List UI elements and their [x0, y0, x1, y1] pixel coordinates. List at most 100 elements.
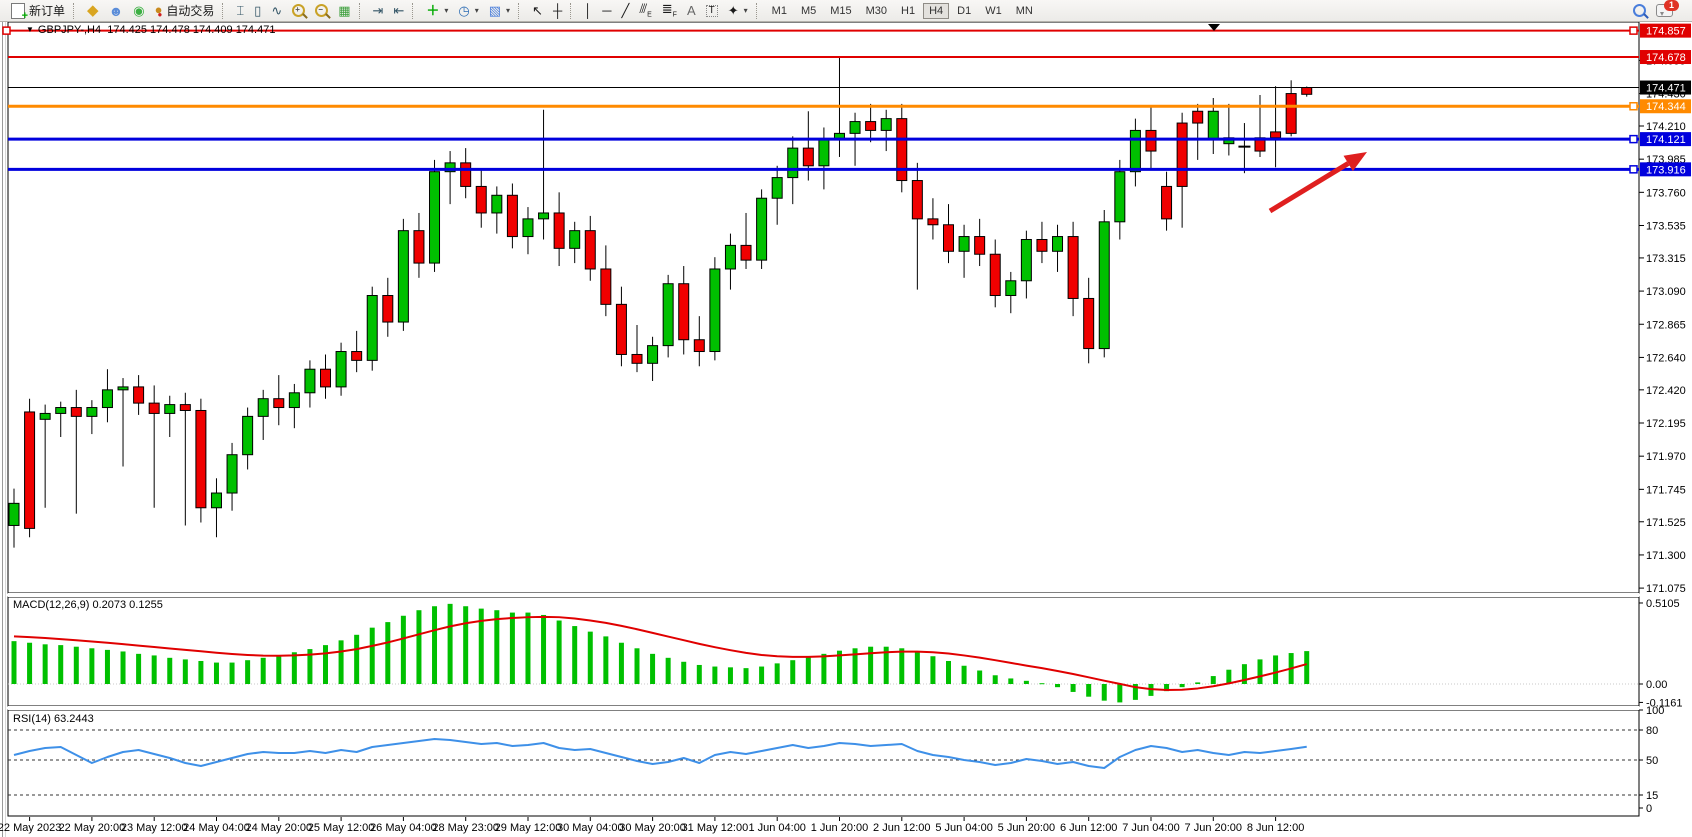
vertical-line-icon: │ — [584, 4, 592, 17]
time-tick-label: 25 May 12:00 — [308, 822, 375, 834]
hline-price-label: 173.916 — [1646, 164, 1686, 176]
arrows-tool-button[interactable]: ✦▾ — [723, 1, 753, 20]
zoom-in-button[interactable]: + — [287, 1, 310, 20]
time-tick-label: 2 Jun 12:00 — [873, 822, 931, 834]
macd-histogram-bar — [245, 660, 250, 684]
candle-bear — [912, 181, 922, 219]
zoom-out-icon: − — [315, 4, 328, 17]
time-tick-label: 7 Jun 20:00 — [1185, 822, 1243, 834]
macd-histogram-bar — [977, 671, 982, 684]
hline-handle[interactable] — [1630, 103, 1637, 110]
notifications-button[interactable]: 1 — [1651, 1, 1678, 20]
macd-histogram-bar — [1024, 681, 1029, 684]
hline-handle[interactable] — [3, 27, 10, 34]
notification-badge: 1 — [1664, 0, 1679, 11]
text-label-icon: T — [706, 5, 718, 17]
macd-histogram-bar — [588, 632, 593, 684]
macd-histogram-bar — [12, 641, 17, 684]
candle-bull — [227, 455, 237, 493]
text-tool-button[interactable]: A — [682, 1, 701, 20]
cursor-tool-button[interactable]: ↖ — [527, 1, 548, 20]
timeframe-button-D1[interactable]: D1 — [951, 3, 977, 19]
auto-scroll-icon: ⇥ — [373, 4, 384, 17]
macd-tick-label: 0.5105 — [1646, 598, 1680, 610]
vertical-line-tool-button[interactable]: │ — [579, 1, 597, 20]
fibonacci-tool-button[interactable]: ≣F — [657, 1, 682, 20]
timeframe-button-M5[interactable]: M5 — [795, 3, 822, 19]
signals-button[interactable]: ◉ — [128, 1, 149, 20]
macd-histogram-bar — [744, 668, 749, 684]
tile-windows-button[interactable]: ▦ — [333, 1, 355, 20]
add-indicator-button[interactable]: ＋▾ — [421, 1, 453, 20]
search-button[interactable] — [1628, 1, 1651, 20]
timeframe-bar: M1M5M15M30H1H4D1W1MN — [765, 3, 1040, 19]
chart-shift-button[interactable]: ⇤ — [388, 1, 409, 20]
candle-bear — [476, 186, 486, 213]
macd-tick-label: 0.00 — [1646, 679, 1667, 691]
macd-histogram-bar — [821, 654, 826, 684]
macd-histogram-bar — [167, 658, 172, 684]
channel-tool-button[interactable]: ⫻E — [634, 1, 656, 20]
candle-bull — [336, 352, 346, 387]
panel-splitter[interactable] — [8, 706, 1639, 710]
candlestick-chart-button[interactable]: ▯ — [249, 1, 266, 20]
template-button[interactable]: ▧▾ — [484, 1, 515, 20]
expert-advisor-button[interactable]: ☻ — [104, 1, 129, 20]
chevron-down-icon: ▾ — [744, 6, 748, 15]
candle-bull — [881, 119, 891, 131]
macd-histogram-bar — [136, 654, 141, 684]
candle-bear — [866, 122, 876, 131]
macd-histogram-bar — [1055, 684, 1060, 687]
timeframe-button-MN[interactable]: MN — [1010, 3, 1039, 19]
panel-splitter[interactable] — [8, 593, 1639, 597]
candle-bear — [1302, 88, 1312, 95]
horizontal-line-tool-button[interactable]: ─ — [597, 1, 616, 20]
timeframe-button-M30[interactable]: M30 — [860, 3, 893, 19]
hline-price-label: 174.678 — [1646, 52, 1686, 64]
macd-histogram-bar — [448, 604, 453, 684]
new-order-button[interactable]: + 新订单 — [6, 1, 70, 20]
auto-scroll-button[interactable]: ⇥ — [368, 1, 389, 20]
candle-bear — [1084, 298, 1094, 348]
toolbar-separator — [359, 3, 365, 19]
candle-bear — [975, 237, 985, 255]
candle-bear — [990, 254, 1000, 295]
macd-histogram-bar — [1039, 683, 1044, 684]
trendline-tool-button[interactable]: ╱ — [617, 1, 635, 20]
timeframe-button-M1[interactable]: M1 — [766, 3, 793, 19]
candle-bull — [539, 213, 549, 219]
crosshair-tool-button[interactable]: ┼ — [548, 1, 567, 20]
rsi-tick-label: 80 — [1646, 725, 1658, 737]
new-order-icon: + — [11, 3, 25, 19]
candle-bear — [1271, 132, 1281, 138]
time-tick-label: 7 Jun 04:00 — [1122, 822, 1180, 834]
candle-bull — [1021, 239, 1031, 280]
period-clock-button[interactable]: ◷▾ — [453, 1, 483, 20]
timeframe-button-H1[interactable]: H1 — [895, 3, 921, 19]
timeframe-button-M15[interactable]: M15 — [824, 3, 857, 19]
time-tick-label: 22 May 20:00 — [59, 822, 126, 834]
auto-trading-label: 自动交易 — [166, 2, 214, 19]
text-label-tool-button[interactable]: T — [701, 1, 723, 20]
candle-bull — [772, 178, 782, 199]
line-chart-button[interactable]: ∿ — [266, 1, 287, 20]
timeframe-button-W1[interactable]: W1 — [979, 3, 1008, 19]
hline-handle[interactable] — [1630, 166, 1637, 173]
hline-handle[interactable] — [1630, 136, 1637, 143]
zoom-out-button[interactable]: − — [310, 1, 333, 20]
toolbar-separator — [222, 3, 228, 19]
hline-handle[interactable] — [1630, 27, 1637, 34]
time-tick-label: 23 May 12:00 — [121, 822, 188, 834]
macd-histogram-bar — [339, 640, 344, 684]
auto-trading-button[interactable]: ●● 自动交易 — [150, 1, 220, 20]
candle-bull — [56, 408, 66, 414]
gold-gem-button[interactable]: ◆ — [82, 1, 104, 20]
candle-bull — [819, 139, 829, 166]
candle-bull — [9, 503, 19, 525]
timeframe-button-H4[interactable]: H4 — [923, 3, 949, 19]
macd-histogram-bar — [915, 652, 920, 684]
candle-bear — [601, 269, 611, 304]
candle-bear — [679, 284, 689, 340]
bar-chart-button[interactable]: ⌶ — [231, 1, 249, 20]
toolbar-separator — [518, 3, 524, 19]
